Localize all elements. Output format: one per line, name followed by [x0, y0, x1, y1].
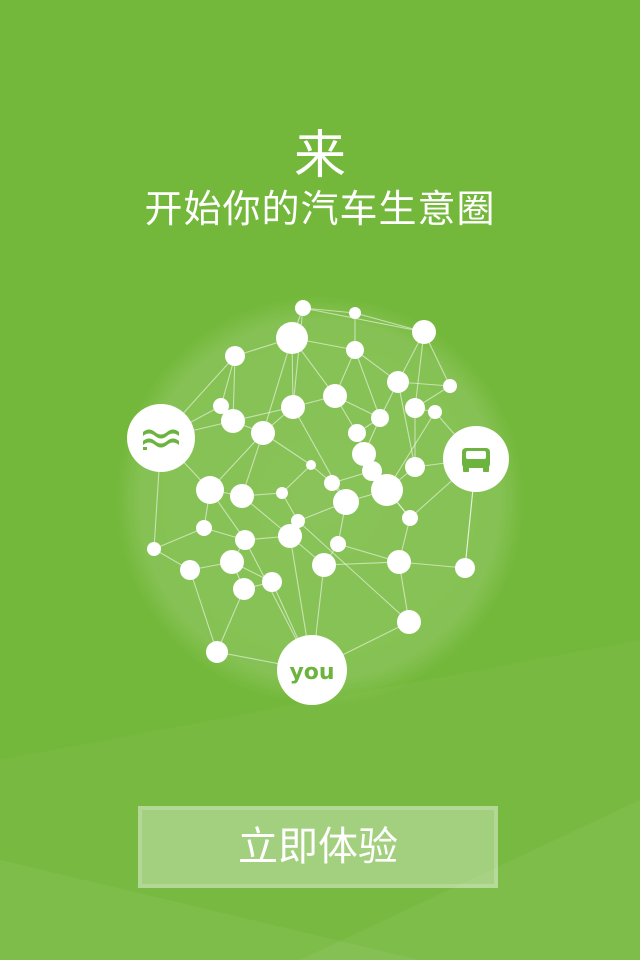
network-node: [196, 520, 212, 536]
network-node: [225, 346, 245, 366]
network-node: [455, 558, 475, 578]
network-node: [306, 460, 316, 470]
network-node: [346, 341, 364, 359]
network-node: [387, 371, 409, 393]
network-node: [397, 610, 421, 634]
network-node: [276, 487, 288, 499]
network-node: [230, 484, 254, 508]
start-now-button[interactable]: 立即体验: [138, 806, 498, 888]
network-node: [251, 421, 275, 445]
network-node: [412, 320, 436, 344]
network-node: [428, 405, 442, 419]
network-node: [147, 542, 161, 556]
network-node: [348, 424, 366, 442]
you-label: you: [289, 660, 334, 685]
network-node: [295, 300, 311, 316]
network-node: [233, 578, 255, 600]
right-hub-node[interactable]: [443, 426, 509, 492]
network-node: [323, 384, 347, 408]
network-node: [276, 322, 308, 354]
network-node: [312, 553, 336, 577]
network-node: [371, 409, 389, 427]
network-node: [402, 510, 418, 526]
network-node: [206, 641, 228, 663]
network-node: [324, 475, 340, 491]
network-node: [196, 476, 224, 504]
network-node: [443, 379, 457, 393]
network-node: [349, 307, 361, 319]
network-node: [235, 530, 255, 550]
network-node: [371, 474, 403, 506]
network-node: [180, 560, 200, 580]
network-node: [387, 550, 411, 574]
network-node: [405, 457, 425, 477]
network-node: [262, 572, 282, 592]
network-node: [220, 550, 244, 574]
left-hub-node[interactable]: [127, 404, 195, 472]
network-node: [330, 536, 346, 552]
network-node: [405, 398, 425, 418]
you-node[interactable]: you: [277, 635, 347, 705]
network-node: [221, 409, 245, 433]
network-node: [278, 524, 302, 548]
network-node: [281, 395, 305, 419]
network-node: [333, 489, 359, 515]
